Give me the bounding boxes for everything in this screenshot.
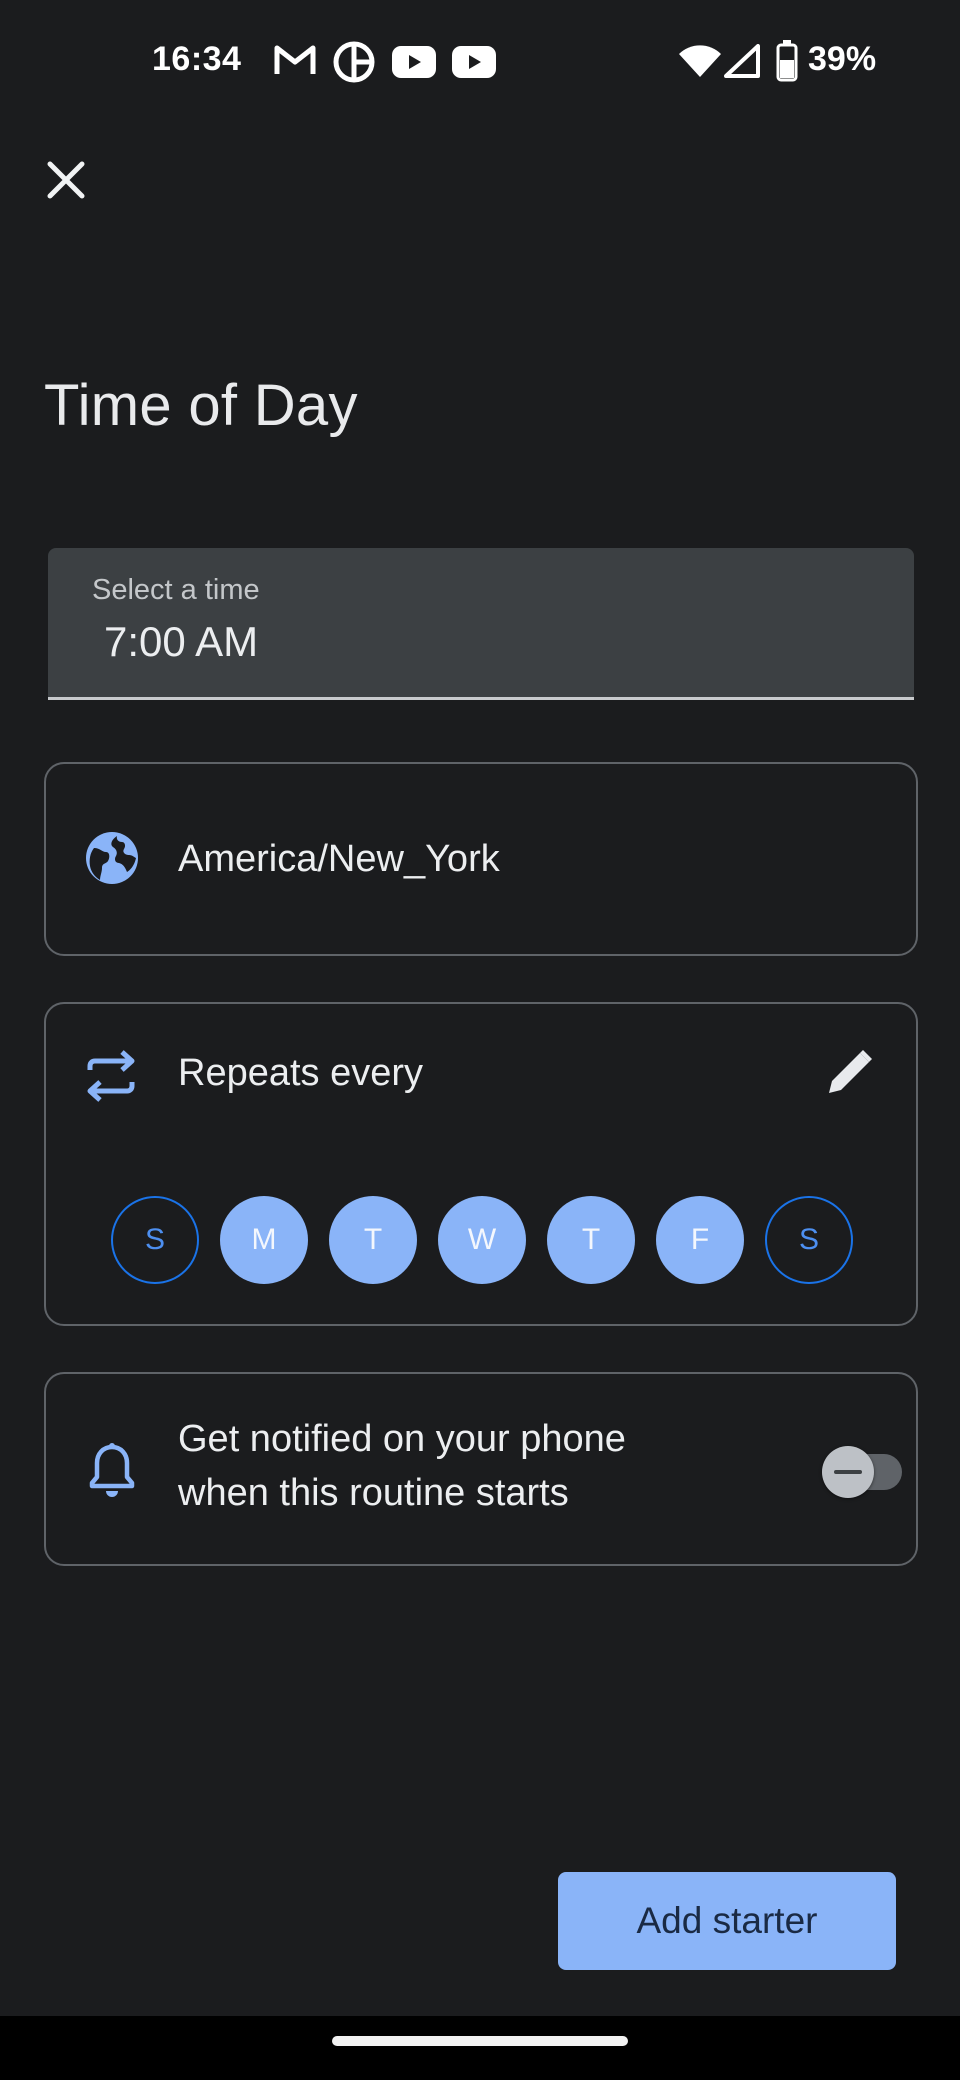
close-icon xyxy=(46,160,86,205)
timezone-value: America/New_York xyxy=(178,838,500,880)
youtube-icon xyxy=(392,46,436,83)
youtube-icon xyxy=(452,46,496,83)
home-gesture-handle[interactable] xyxy=(332,2036,628,2046)
signal-icon xyxy=(724,44,760,83)
time-field-label: Select a time xyxy=(92,574,260,606)
timezone-card[interactable]: America/New_York xyxy=(44,762,918,956)
repeat-card: Repeats every S M T W T F S xyxy=(44,1002,918,1326)
weekday-selector: S M T W T F S xyxy=(111,1196,871,1284)
notify-text-line2: when this routine starts xyxy=(178,1472,569,1514)
wifi-icon xyxy=(678,44,722,83)
battery-percent: 39% xyxy=(808,40,877,78)
status-time: 16:34 xyxy=(152,40,242,78)
day-saturday[interactable]: S xyxy=(765,1196,853,1284)
status-bar: 16:34 39% xyxy=(0,0,960,120)
notify-text-line1: Get notified on your phone xyxy=(178,1418,626,1460)
pencil-icon[interactable] xyxy=(822,1044,878,1100)
notify-toggle[interactable] xyxy=(778,1442,922,1498)
notification-card: Get notified on your phone when this rou… xyxy=(44,1372,918,1566)
browser-icon xyxy=(332,40,376,89)
time-field-value: 7:00 AM xyxy=(104,618,259,665)
day-tuesday[interactable]: T xyxy=(329,1196,417,1284)
day-monday[interactable]: M xyxy=(220,1196,308,1284)
globe-icon xyxy=(84,830,140,886)
time-select-field[interactable]: Select a time 7:00 AM xyxy=(48,548,914,700)
day-sunday[interactable]: S xyxy=(111,1196,199,1284)
battery-icon xyxy=(776,40,798,87)
bell-icon xyxy=(88,1442,136,1500)
close-button[interactable] xyxy=(34,150,98,214)
day-friday[interactable]: F xyxy=(656,1196,744,1284)
repeat-icon xyxy=(84,1048,138,1104)
gmail-icon xyxy=(274,42,316,83)
day-wednesday[interactable]: W xyxy=(438,1196,526,1284)
navigation-bar xyxy=(0,2016,960,2080)
repeat-label: Repeats every xyxy=(178,1052,424,1094)
day-thursday[interactable]: T xyxy=(547,1196,635,1284)
add-starter-button[interactable]: Add starter xyxy=(558,1872,896,1970)
page-title: Time of Day xyxy=(44,373,358,438)
toggle-thumb-minus-icon xyxy=(822,1446,874,1498)
